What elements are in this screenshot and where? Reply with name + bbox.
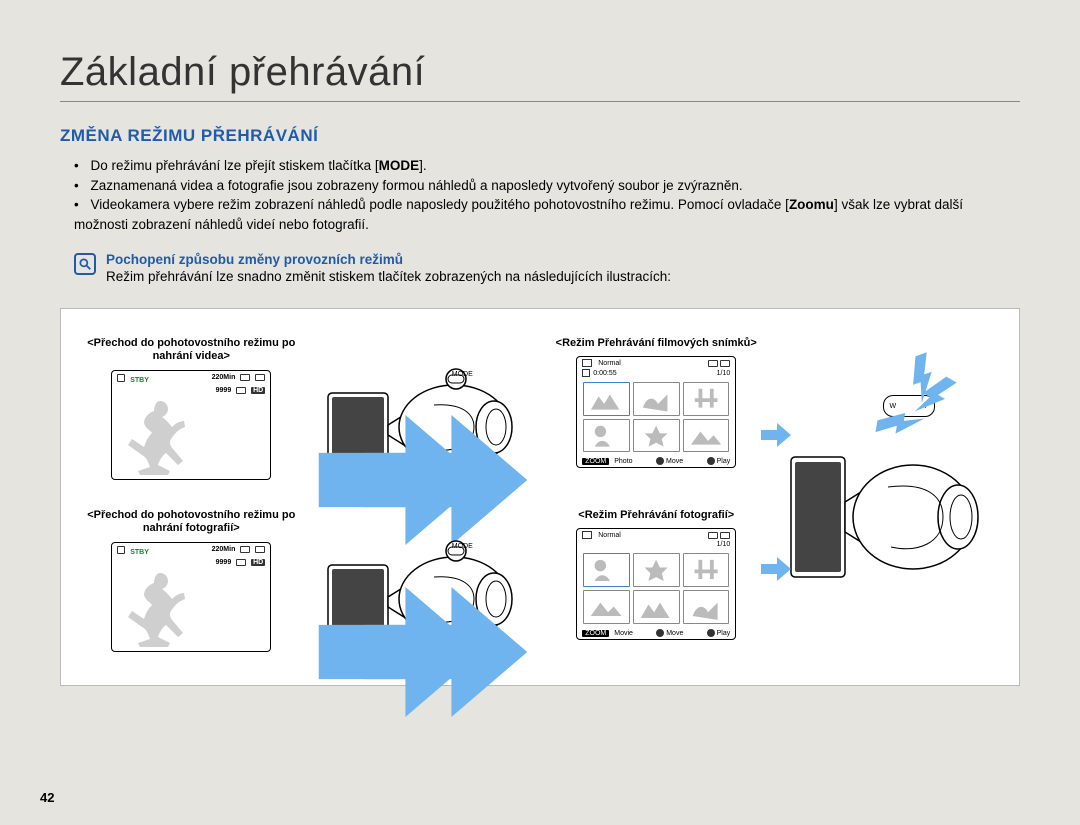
lcd-standby-video: STBY 220Min 9999 HD (111, 370, 271, 480)
standby-video-block: <Přechod do pohotovostního režimu po nah… (85, 337, 298, 479)
page-title: Základní přehrávání (60, 50, 1020, 102)
thumbnail (633, 590, 680, 624)
photo-icon (582, 531, 592, 539)
skater-silhouette-icon (122, 395, 202, 475)
standby-photo-block: <Přechod do pohotovostního režimu po nah… (85, 509, 298, 651)
card-icon (240, 374, 250, 381)
arrow-right-icon (761, 423, 791, 447)
lcd-standby-photo: STBY 220Min 9999 HD (111, 542, 271, 652)
card-icon (240, 546, 250, 553)
thumbnail (683, 553, 730, 587)
ok-button-icon (707, 457, 715, 465)
nav-button-icon (656, 629, 664, 637)
play-video-block: <Režim Přehrávání filmových snímků> Norm… (550, 337, 763, 468)
clock-icon (582, 369, 590, 377)
card-icon (708, 360, 718, 367)
thumbnail (583, 590, 630, 624)
thumbnail (633, 553, 680, 587)
tip-row: Pochopení způsobu změny provozních režim… (74, 252, 1020, 284)
thumbnail (683, 590, 730, 624)
mode-diagram: <Přechod do pohotovostního režimu po nah… (60, 308, 1020, 686)
card-icon (708, 532, 718, 539)
tip-heading: Pochopení způsobu změny provozních režim… (106, 252, 671, 267)
size-icon (236, 387, 246, 394)
thumbnail (683, 382, 730, 416)
list-item: Videokamera vybere režim zobrazení náhle… (74, 195, 1020, 234)
memory-icon (117, 374, 125, 382)
arrow-right-icon (346, 415, 546, 545)
play-photo-block: <Režim Přehrávání fotografií> Normal 1/1… (550, 509, 763, 640)
thumbnail-selected (583, 553, 630, 587)
ok-button-icon (707, 629, 715, 637)
page-number: 42 (40, 790, 54, 805)
camcorder-zoom: WT (783, 347, 993, 647)
skater-silhouette-icon (122, 567, 202, 647)
lcd-thumb-video: Normal 0:00:55 1/10 ZOOMPhoto (576, 356, 736, 468)
size-icon (236, 559, 246, 566)
list-item: Zaznamenaná videa a fotografie jsou zobr… (74, 176, 1020, 196)
tip-text: Režim přehrávání lze snadno změnit stisk… (106, 269, 671, 284)
list-item: Do režimu přehrávání lze přejít stiskem … (74, 156, 1020, 176)
thumbnail (633, 382, 680, 416)
thumbnail (583, 419, 630, 453)
thumbnail (683, 419, 730, 453)
mode-button-label: MODE (452, 543, 473, 550)
battery-icon (255, 374, 265, 381)
battery-icon (720, 532, 730, 539)
memory-icon (117, 546, 125, 554)
arrow-right-icon (346, 587, 546, 717)
bullet-list: Do režimu přehrávání lze přejít stiskem … (74, 156, 1020, 234)
thumbnail (633, 419, 680, 453)
battery-icon (720, 360, 730, 367)
camcorder-mode-top: MODE (318, 355, 531, 485)
film-icon (582, 359, 592, 367)
magnifier-icon (74, 253, 96, 275)
camcorder-mode-bottom: MODE (318, 527, 531, 657)
mode-button-label: MODE (452, 371, 473, 378)
manual-page: Základní přehrávání ZMĚNA REŽIMU PŘEHRÁV… (0, 0, 1080, 706)
battery-icon (255, 546, 265, 553)
nav-button-icon (656, 457, 664, 465)
thumbnail-selected (583, 382, 630, 416)
section-heading: ZMĚNA REŽIMU PŘEHRÁVÁNÍ (60, 126, 1020, 146)
lcd-thumb-photo: Normal 1/10 ZOOMMovie Move (576, 528, 736, 640)
arrow-right-icon (761, 557, 791, 581)
